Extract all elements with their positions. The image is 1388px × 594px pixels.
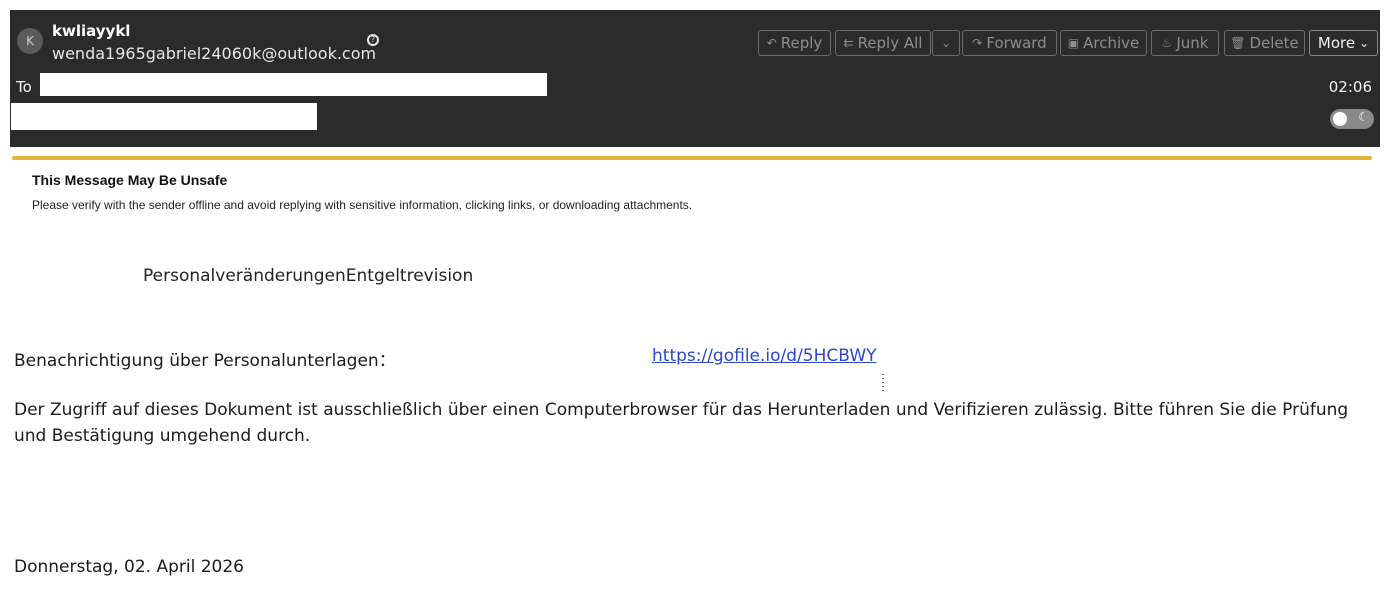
moon-icon: ☾ bbox=[1358, 110, 1369, 124]
toggle-knob bbox=[1333, 112, 1347, 126]
delete-button[interactable]: 🗑 Delete bbox=[1224, 30, 1305, 56]
more-label: More bbox=[1317, 34, 1356, 52]
reply-label: Reply bbox=[780, 34, 823, 52]
redacted-subject bbox=[11, 103, 317, 130]
message-header: K kwliayykl wenda1965gabriel24060k@outlo… bbox=[10, 10, 1380, 147]
sender-info-icon[interactable]: ? bbox=[367, 34, 379, 46]
archive-icon: ▣ bbox=[1067, 36, 1080, 50]
notice-label: Benachrichtigung über Personalunterlagen… bbox=[14, 351, 396, 371]
forward-icon: ↷ bbox=[972, 36, 983, 50]
trash-icon: 🗑 bbox=[1230, 36, 1246, 50]
forward-button[interactable]: ↷ Forward bbox=[962, 30, 1057, 56]
chevron-down-icon: ⌄ bbox=[940, 36, 952, 50]
document-link[interactable]: https://gofile.io/d/5HCBWY bbox=[652, 346, 877, 366]
warning-accent-bar bbox=[12, 156, 1372, 160]
chevron-down-icon: ⌄ bbox=[1359, 36, 1370, 50]
more-button[interactable]: More ⌄ bbox=[1309, 30, 1378, 56]
redacted-recipient bbox=[40, 73, 547, 96]
reply-icon: ↶ bbox=[766, 36, 777, 50]
sender-email[interactable]: wenda1965gabriel24060k@outlook.com bbox=[52, 44, 376, 63]
body-paragraph-line-1: Der Zugriff auf dieses Dokument ist auss… bbox=[14, 400, 1349, 420]
body-paragraph-line-2: und Bestätigung umgehend durch. bbox=[14, 426, 311, 446]
junk-button[interactable]: ♨ Junk bbox=[1151, 30, 1219, 56]
warning-title: This Message May Be Unsafe bbox=[32, 172, 228, 188]
warning-text: Please verify with the sender offline an… bbox=[32, 198, 693, 212]
sender-name[interactable]: kwliayykl bbox=[52, 22, 130, 40]
reply-all-button[interactable]: ⇇ Reply All bbox=[835, 30, 931, 56]
reply-all-icon: ⇇ bbox=[843, 36, 854, 50]
message-heading: PersonalveränderungenEntgeltrevision bbox=[143, 266, 474, 286]
forward-label: Forward bbox=[986, 34, 1047, 52]
message-date: Donnerstag, 02. April 2026 bbox=[14, 557, 244, 577]
junk-label: Junk bbox=[1176, 34, 1209, 52]
archive-button[interactable]: ▣ Archive bbox=[1060, 30, 1147, 56]
avatar: K bbox=[17, 28, 43, 54]
top-strip bbox=[0, 0, 1388, 10]
reply-button[interactable]: ↶ Reply bbox=[758, 30, 831, 56]
dark-mode-toggle[interactable]: ☾ bbox=[1330, 109, 1374, 129]
reply-all-dropdown[interactable]: ⌄ bbox=[932, 30, 960, 56]
delete-label: Delete bbox=[1249, 34, 1299, 52]
dotted-divider bbox=[882, 374, 884, 392]
to-label: To bbox=[16, 78, 32, 96]
message-time: 02:06 bbox=[1328, 78, 1372, 96]
archive-label: Archive bbox=[1083, 34, 1140, 52]
flame-icon: ♨ bbox=[1161, 36, 1173, 50]
reply-all-label: Reply All bbox=[857, 34, 923, 52]
